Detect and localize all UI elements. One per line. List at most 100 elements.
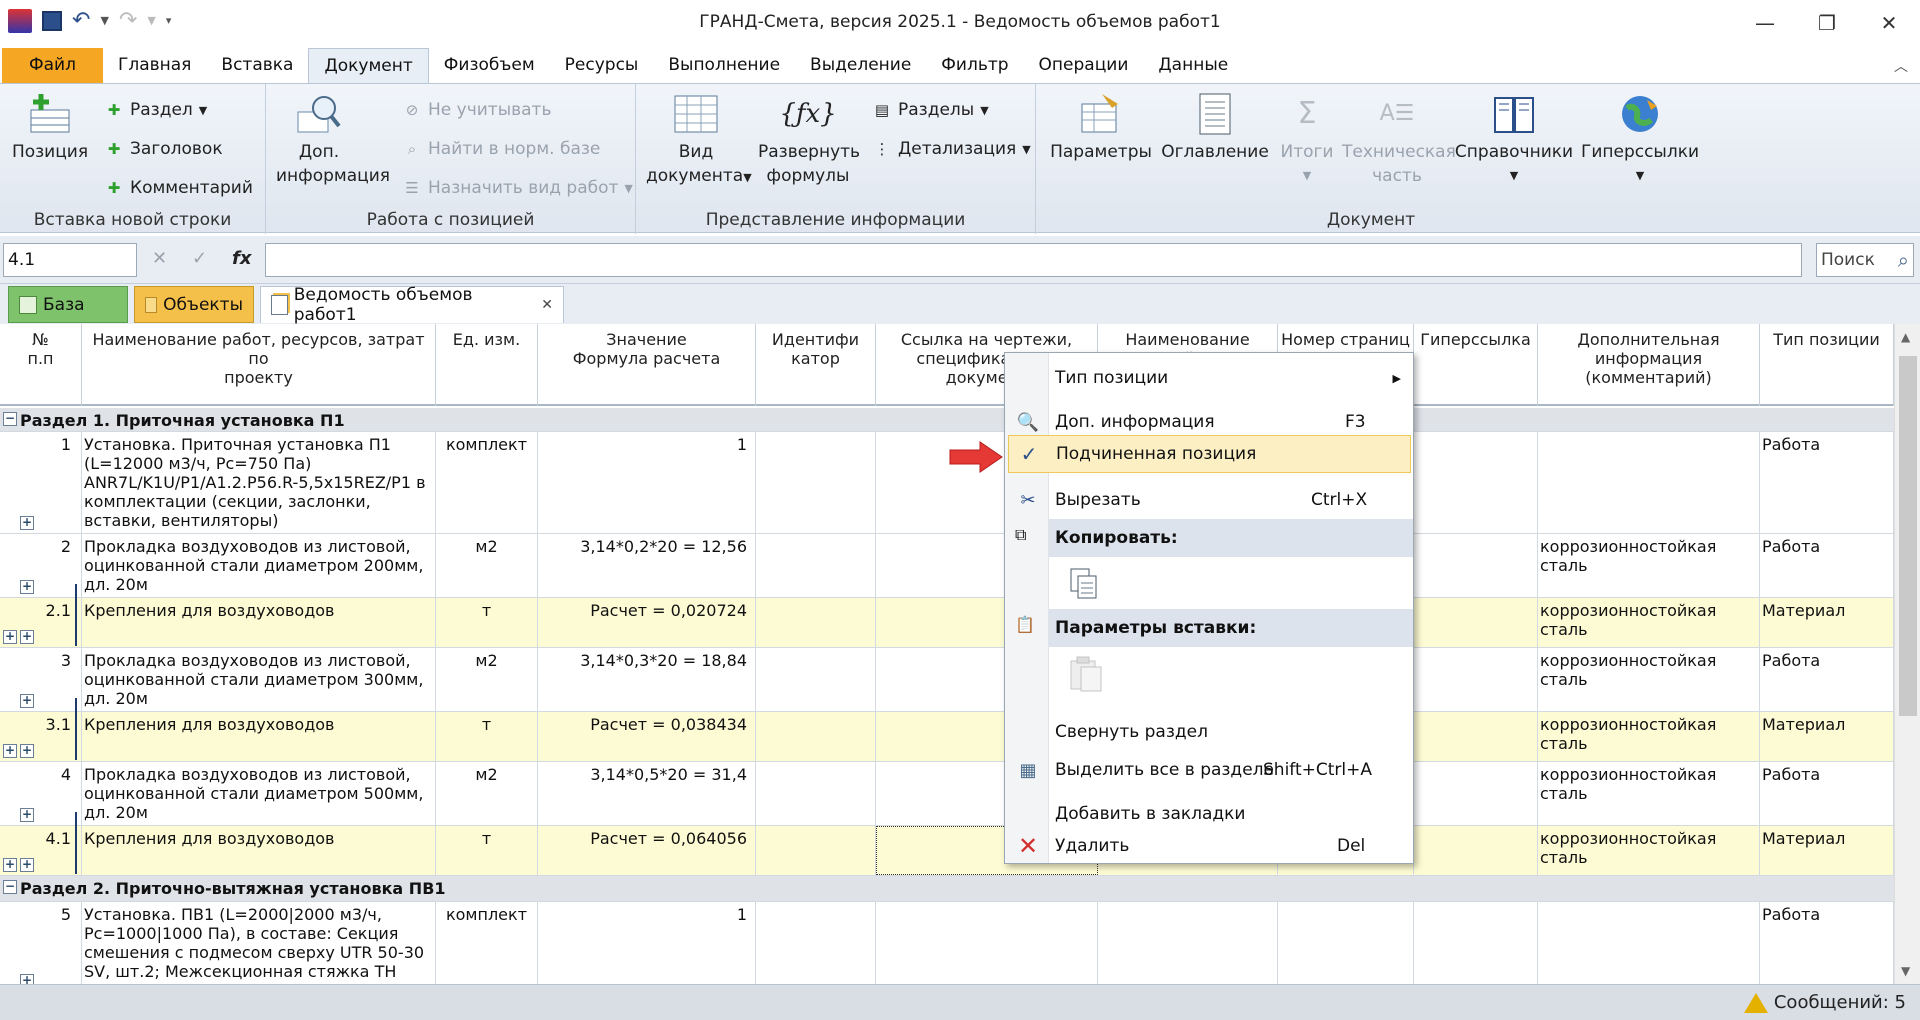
tab-selection[interactable]: Выделение (795, 48, 926, 83)
tab-document-volume[interactable]: Ведомость объемов работ1 ✕ (260, 285, 564, 325)
add-comment-button[interactable]: ✚ Комментарий (104, 176, 253, 200)
table-row[interactable]: 2 Прокладка воздуховодов из листовой, оци… (0, 534, 1894, 598)
cell-value[interactable]: Расчет = 0,020724 (538, 598, 756, 647)
close-button[interactable]: ✕ (1858, 0, 1920, 45)
tab-operations[interactable]: Операции (1024, 48, 1144, 83)
tab-file[interactable]: Файл (2, 48, 103, 83)
cell-unit[interactable]: м2 (436, 762, 538, 825)
col-header-position-type[interactable]: Тип позиции (1760, 324, 1894, 406)
cell-hyperlink[interactable] (1414, 762, 1538, 825)
cell-value[interactable]: 3,14*0,3*20 = 18,84 (538, 648, 756, 711)
tab-document[interactable]: Документ (308, 48, 429, 83)
add-position-button[interactable]: Позиция (10, 92, 90, 164)
expand-row-icon[interactable]: + (3, 744, 17, 758)
cell-position-type[interactable]: Работа (1760, 432, 1894, 533)
cell-identifier[interactable] (756, 712, 876, 761)
cell-name[interactable]: Прокладка воздуховодов из листовой, оцин… (82, 648, 436, 711)
extra-info-button[interactable]: Доп. информация (276, 92, 390, 188)
cell-filename[interactable] (1098, 902, 1278, 984)
cell-unit[interactable]: м2 (436, 534, 538, 597)
scroll-up-icon[interactable]: ▲ (1901, 330, 1910, 344)
menu-item-select-all-section[interactable]: ▦ Выделить все в разделе Shift+Ctrl+A (1005, 751, 1413, 789)
search-input[interactable]: Поиск ⌕ (1816, 243, 1914, 277)
expand-formulas-button[interactable]: {ƒx} Развернуть формулы (758, 92, 860, 188)
add-section-button[interactable]: ✚ Раздел ▼ (104, 98, 208, 122)
collapse-ribbon-icon[interactable]: ︿ (1894, 56, 1908, 76)
cell-number[interactable]: 5 (0, 902, 82, 984)
minimize-button[interactable]: — (1734, 0, 1796, 45)
cell-position-type[interactable]: Материал (1760, 712, 1894, 761)
cell-value[interactable]: Расчет = 0,064056 (538, 826, 756, 875)
cell-hyperlink[interactable] (1414, 534, 1538, 597)
cell-value[interactable]: 1 (538, 432, 756, 533)
cell-page-number[interactable] (1278, 902, 1414, 984)
add-header-button[interactable]: ✚ Заголовок (104, 137, 223, 161)
col-header-number[interactable]: № п.п (0, 324, 82, 406)
cell-name[interactable]: Крепления для воздуховодов (82, 826, 436, 875)
cell-value[interactable]: 1 (538, 902, 756, 984)
cell-unit[interactable]: комплект (436, 432, 538, 533)
cell-name[interactable]: Установка. Приточная установка П1 (L=120… (82, 432, 436, 533)
cell-hyperlink[interactable] (1414, 432, 1538, 533)
cell-name[interactable]: Крепления для воздуховодов (82, 712, 436, 761)
cell-value[interactable]: 3,14*0,5*20 = 31,4 (538, 762, 756, 825)
expand-row-icon[interactable]: + (3, 630, 17, 644)
cell-unit[interactable]: м2 (436, 648, 538, 711)
cell-name[interactable]: Прокладка воздуховодов из листовой, оцин… (82, 534, 436, 597)
expand-child-icon[interactable]: + (20, 744, 34, 758)
copy-option-icon[interactable] (1069, 567, 1099, 601)
cell-hyperlink[interactable] (1414, 712, 1538, 761)
cell-comment[interactable]: коррозионностойкая сталь (1538, 712, 1760, 761)
section-row[interactable]: − Раздел 2. Приточно-вытяжная установка П… (0, 876, 1894, 902)
col-header-comment[interactable]: Дополнительная информация (комментарий) (1538, 324, 1760, 406)
tab-resources[interactable]: Ресурсы (550, 48, 654, 83)
menu-item-collapse-section[interactable]: Свернуть раздел (1005, 713, 1413, 751)
col-header-value[interactable]: Значение Формула расчета (538, 324, 756, 406)
table-row[interactable]: 1 Установка. Приточная установка П1 (L=12… (0, 432, 1894, 534)
menu-item-cut[interactable]: ✂ Вырезать Ctrl+X (1005, 481, 1413, 519)
table-row[interactable]: 2.1 Крепления для воздуховодов т Расчет = 0… (0, 598, 1894, 648)
cell-comment[interactable] (1538, 432, 1760, 533)
table-row[interactable]: 3.1 Крепления для воздуховодов т Расчет = 0… (0, 712, 1894, 762)
menu-item-delete[interactable]: ✕ Удалить Del (1005, 827, 1413, 865)
table-row[interactable]: 3 Прокладка воздуховодов из листовой, оци… (0, 648, 1894, 712)
parameters-button[interactable]: Параметры (1046, 92, 1156, 164)
document-view-button[interactable]: Вид документа▼ (646, 92, 752, 190)
tab-data[interactable]: Данные (1143, 48, 1243, 83)
table-row[interactable]: 5 Установка. ПВ1 (L=2000|2000 м3/ч, Pc=10… (0, 902, 1894, 984)
cell-comment[interactable]: коррозионностойкая сталь (1538, 534, 1760, 597)
cell-number[interactable]: 2 (0, 534, 82, 597)
vertical-scrollbar[interactable]: ▲ ▼ (1894, 324, 1920, 984)
cell-comment[interactable]: коррозионностойкая сталь (1538, 648, 1760, 711)
cell-reference-field[interactable]: 4.1 (3, 243, 137, 277)
cell-comment[interactable]: коррозионностойкая сталь (1538, 826, 1760, 875)
cell-unit[interactable]: т (436, 712, 538, 761)
menu-item-subordinate-position[interactable]: ✓ Подчиненная позиция (1008, 435, 1411, 473)
table-row[interactable]: 4 Прокладка воздуховодов из листовой, оци… (0, 762, 1894, 826)
cell-identifier[interactable] (756, 432, 876, 533)
cell-unit[interactable]: т (436, 598, 538, 647)
detailing-button[interactable]: ⋮ Детализация ▼ (872, 137, 1031, 161)
tab-physvolume[interactable]: Физобъем (429, 48, 550, 83)
search-icon[interactable]: ⌕ (1898, 248, 1909, 272)
scroll-down-icon[interactable]: ▼ (1901, 964, 1910, 978)
cell-number[interactable]: 3 (0, 648, 82, 711)
cell-position-type[interactable]: Материал (1760, 826, 1894, 875)
cell-position-type[interactable]: Работа (1760, 534, 1894, 597)
cell-position-type[interactable]: Работа (1760, 902, 1894, 984)
fx-insert-icon[interactable]: fx (232, 248, 251, 269)
cell-name[interactable]: Прокладка воздуховодов из листовой, оцин… (82, 762, 436, 825)
expand-row-icon[interactable]: + (20, 516, 34, 530)
col-header-hyperlink[interactable]: Гиперссылка (1414, 324, 1538, 406)
cell-name[interactable]: Установка. ПВ1 (L=2000|2000 м3/ч, Pc=100… (82, 902, 436, 984)
cell-hyperlink[interactable] (1414, 598, 1538, 647)
expand-row-icon[interactable]: + (20, 808, 34, 822)
cell-number[interactable]: 1 (0, 432, 82, 533)
messages-indicator[interactable]: Сообщений: 5 (1743, 992, 1906, 1013)
cell-comment[interactable]: коррозионностойкая сталь (1538, 598, 1760, 647)
formula-input[interactable] (265, 243, 1802, 277)
expand-child-icon[interactable]: + (20, 630, 34, 644)
cell-position-type[interactable]: Работа (1760, 762, 1894, 825)
cell-drawing-link[interactable] (876, 902, 1098, 984)
expand-row-icon[interactable]: + (20, 580, 34, 594)
